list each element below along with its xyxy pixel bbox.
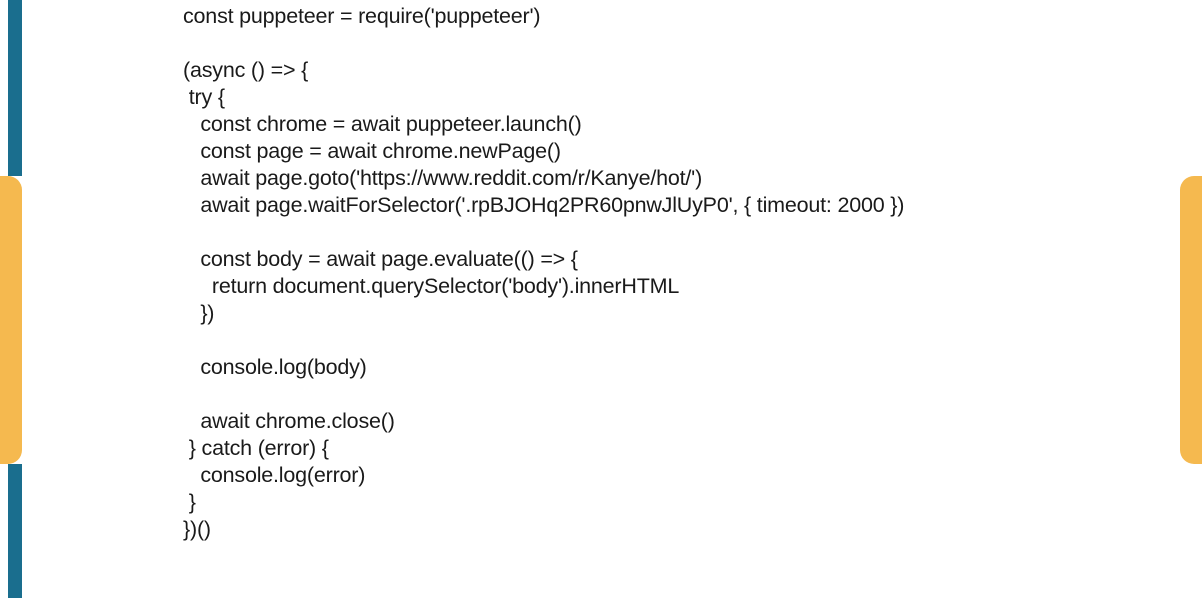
code-line: const body = await page.evaluate(() => { [183, 247, 578, 271]
code-line: })() [183, 517, 211, 541]
code-line: return document.querySelector('body').in… [183, 274, 679, 298]
code-line: try { [183, 85, 225, 109]
code-line: await page.goto('https://www.reddit.com/… [183, 166, 702, 190]
code-line: }) [183, 301, 214, 325]
code-line: const page = await chrome.newPage() [183, 139, 561, 163]
code-line: } catch (error) { [183, 436, 329, 460]
code-line: console.log(body) [183, 355, 367, 379]
code-line: (async () => { [183, 58, 308, 82]
code-line: await chrome.close() [183, 409, 395, 433]
code-line: const puppeteer = require('puppeteer') [183, 4, 540, 28]
left-rail [0, 0, 22, 598]
code-snippet: const puppeteer = require('puppeteer') (… [183, 3, 933, 543]
code-line: await page.waitForSelector('.rpBJOHq2PR6… [183, 193, 904, 217]
code-line: const chrome = await puppeteer.launch() [183, 112, 582, 136]
right-rail-orange-tab [1180, 176, 1202, 464]
left-rail-teal-bottom [8, 464, 22, 598]
code-line: } [183, 490, 196, 514]
left-rail-teal-top [8, 0, 22, 176]
left-rail-orange-tab [0, 176, 22, 464]
code-line: console.log(error) [183, 463, 365, 487]
